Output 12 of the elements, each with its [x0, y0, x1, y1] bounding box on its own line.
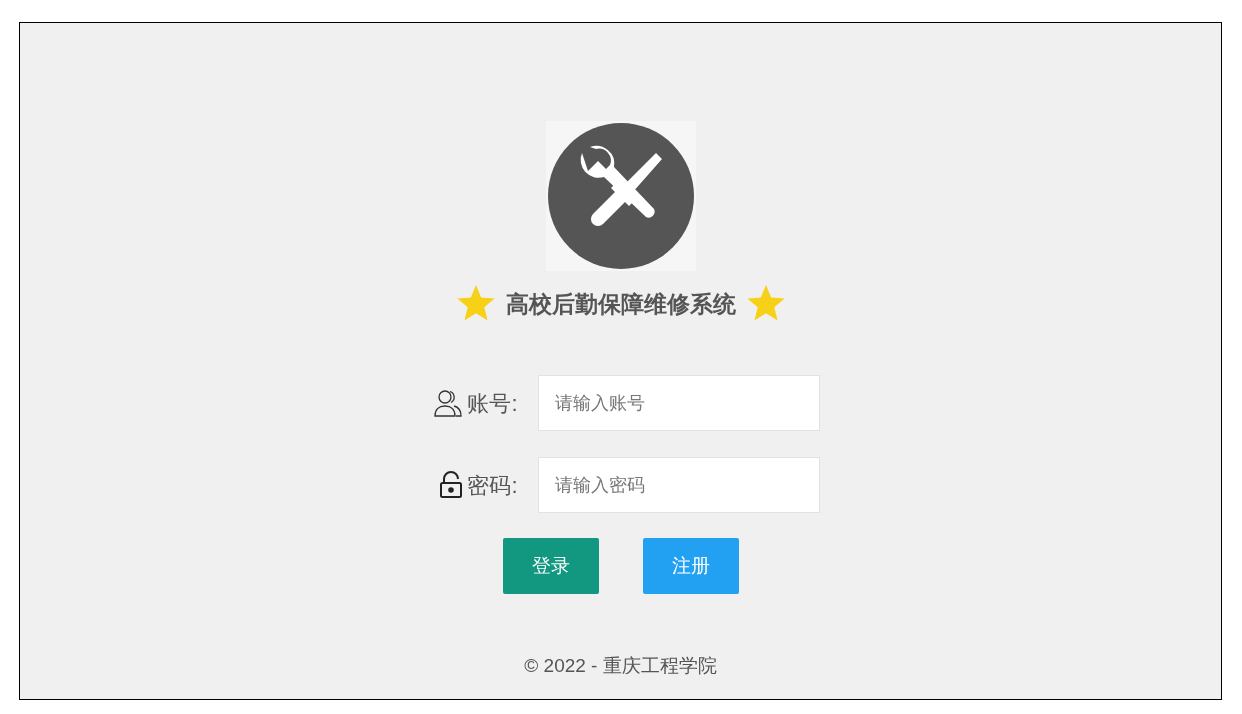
system-title: 高校后勤保障维修系统: [505, 289, 736, 319]
password-field[interactable]: 请输入密码: [537, 457, 820, 513]
user-icon: [433, 388, 464, 418]
unlocked-padlock-icon: [439, 471, 464, 499]
field-label: 账号:: [467, 389, 518, 418]
login-button[interactable]: 登录: [502, 538, 599, 594]
field-label: 密码:: [467, 471, 518, 500]
register-button[interactable]: 注册: [642, 538, 739, 594]
star-icon: [455, 285, 496, 323]
star-icon: [745, 285, 786, 323]
account-field[interactable]: 请输入账号: [537, 375, 820, 431]
copyright-footer: © 2022 - 重庆工程学院: [524, 652, 717, 681]
